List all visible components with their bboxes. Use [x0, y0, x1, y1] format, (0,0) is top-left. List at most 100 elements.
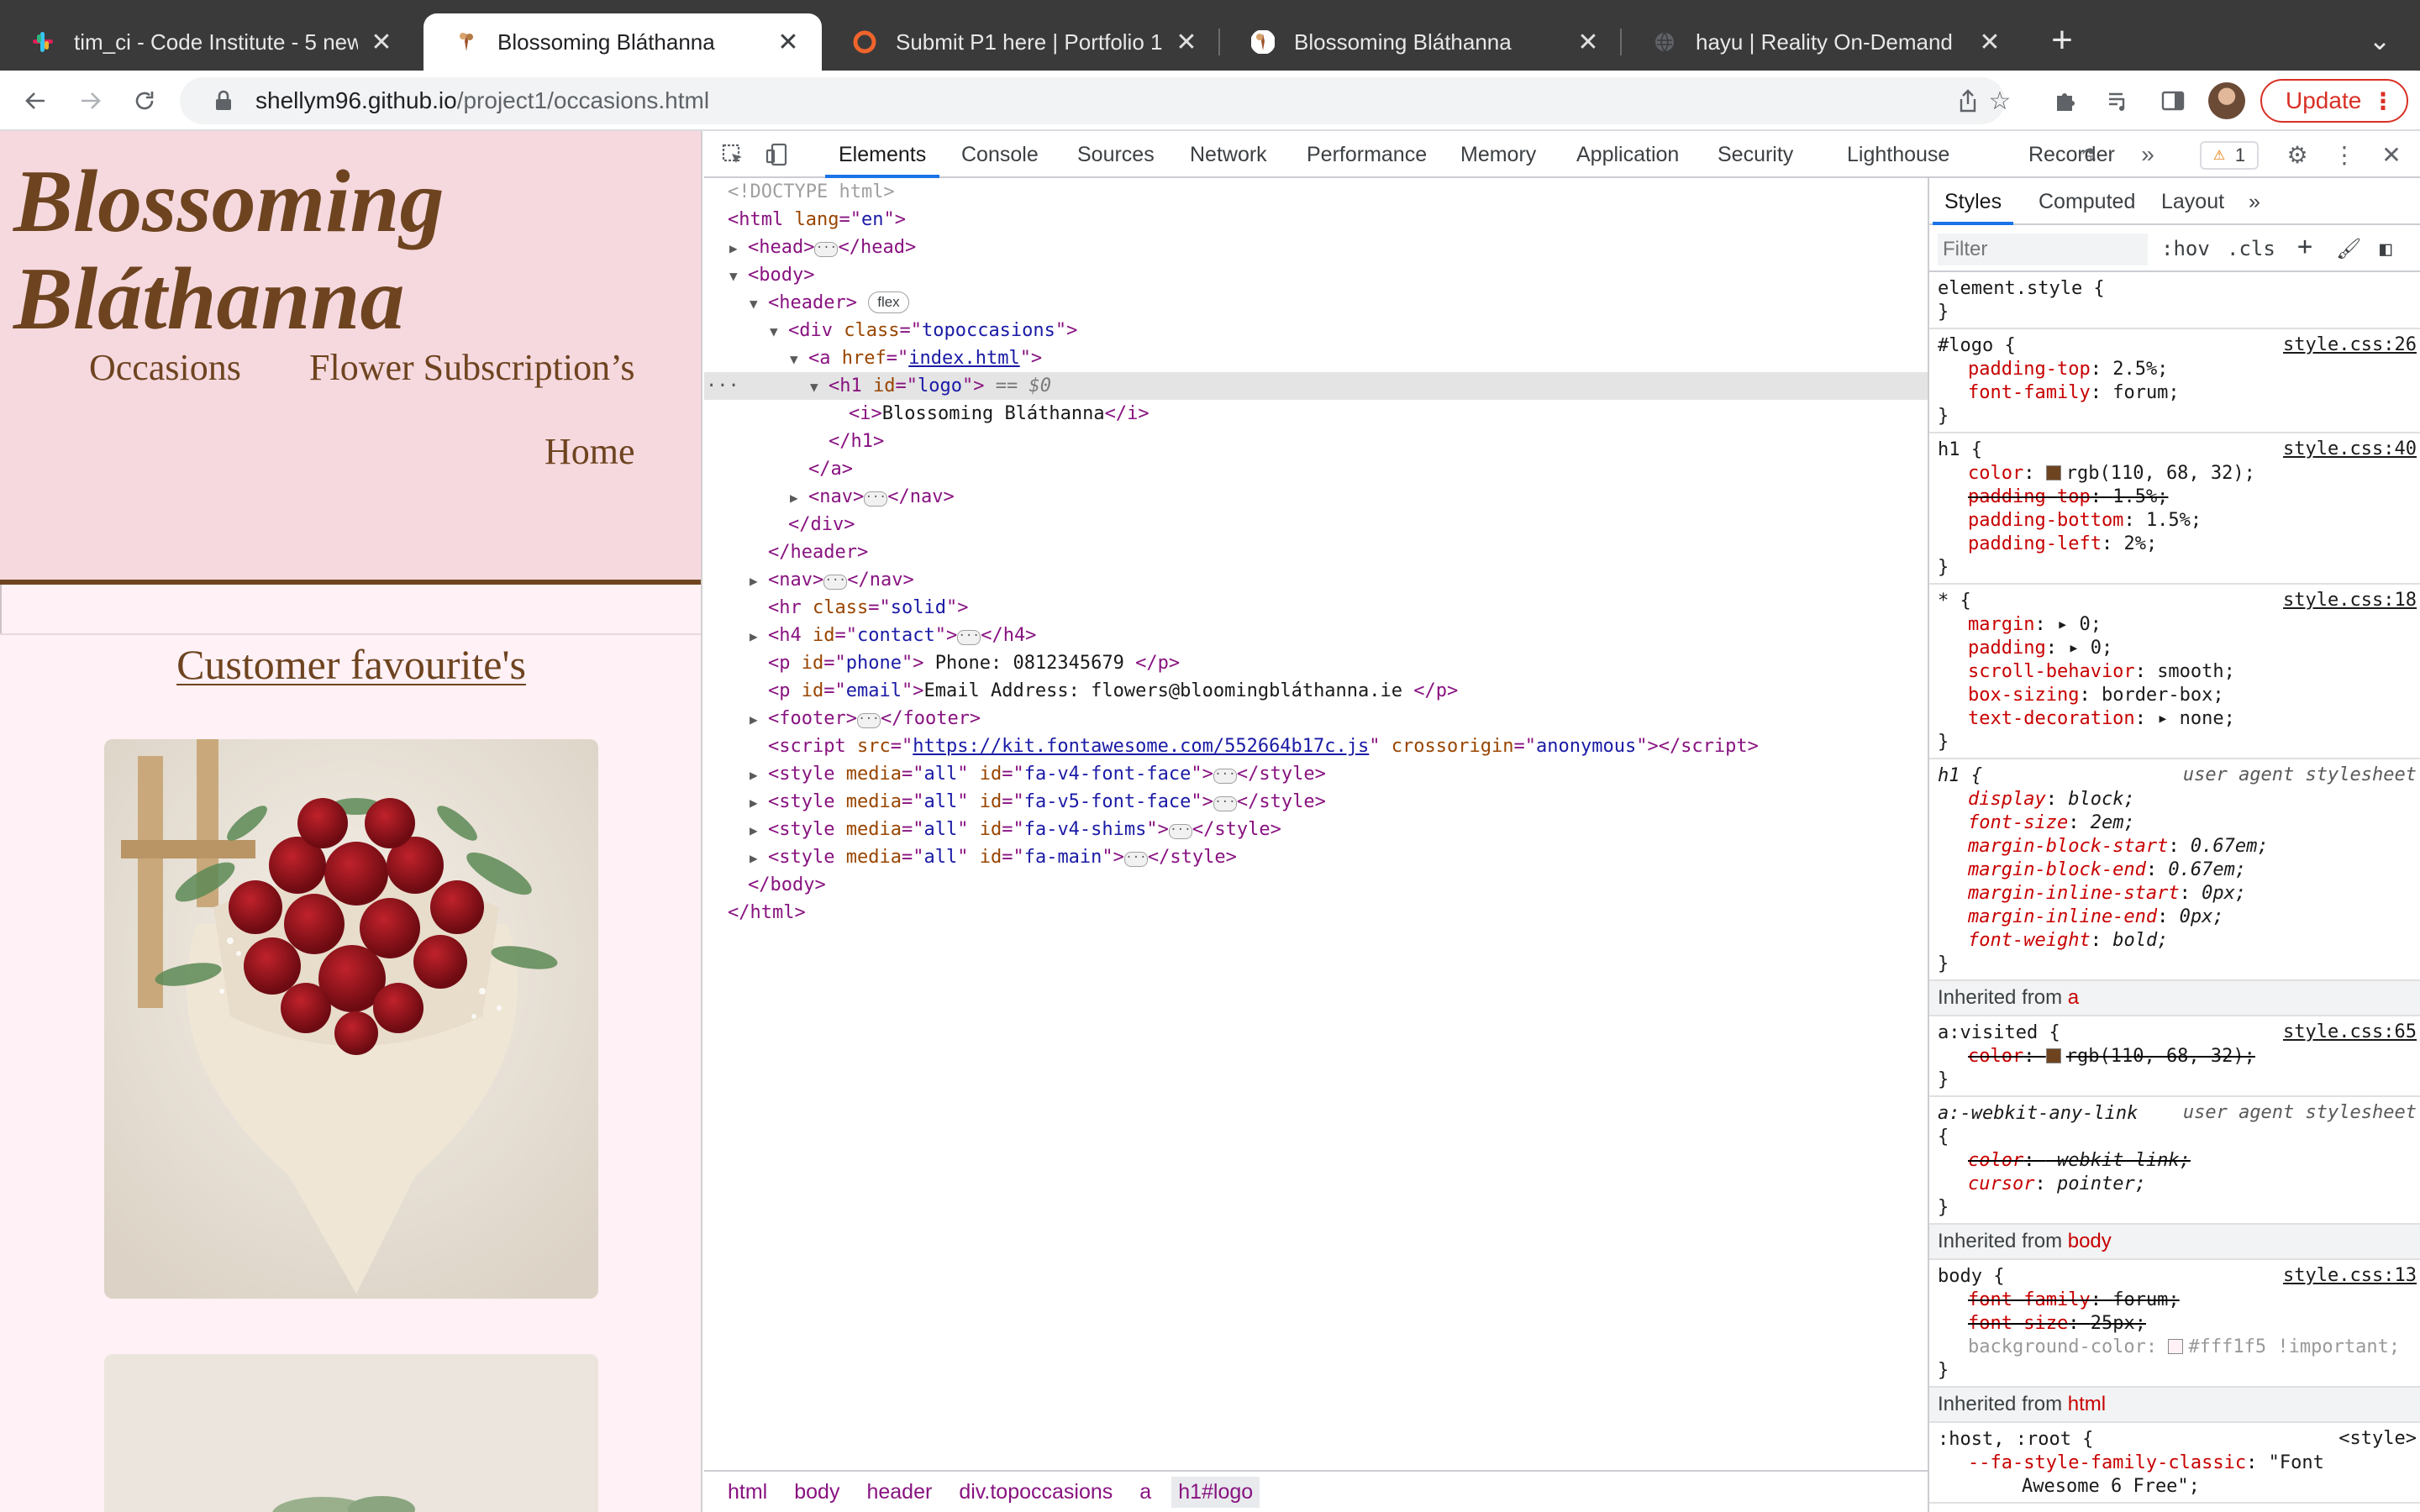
dom-node[interactable]: </a>	[704, 455, 1928, 483]
tab-blossoming[interactable]: Blossoming Bláthanna ✕	[1220, 13, 1622, 71]
dom-node[interactable]: </h1>	[704, 428, 1928, 455]
dom-tree[interactable]: <!DOCTYPE html> <html lang="en"> ▶ <head>…	[704, 178, 1928, 1463]
breadcrumb-item[interactable]: header	[866, 1480, 932, 1504]
dom-node[interactable]: </header>	[704, 538, 1928, 566]
back-button[interactable]	[13, 79, 57, 123]
tab-layout[interactable]: Layout	[2161, 178, 2224, 225]
expand-triangle-icon[interactable]: ▶	[750, 844, 768, 872]
close-tab-icon[interactable]: ✕	[1171, 27, 1202, 57]
source-link[interactable]: style.css:26	[2283, 334, 2417, 355]
inherited-from-a[interactable]: a	[2068, 986, 2079, 1009]
source-link[interactable]: style.css:13	[2283, 1265, 2417, 1286]
nav-link-home[interactable]: Home	[544, 430, 635, 473]
style-rule[interactable]: element.style { }	[1929, 272, 2420, 329]
reload-button[interactable]	[123, 79, 166, 123]
nav-link-flower-subscription[interactable]: Flower Subscription’s	[309, 346, 634, 389]
dom-node[interactable]: ▶ <nav>···</nav>	[704, 483, 1928, 511]
expand-triangle-icon[interactable]: ▶	[750, 816, 768, 844]
more-tabs-icon[interactable]: »	[2133, 139, 2163, 170]
color-swatch[interactable]	[2045, 1048, 2061, 1063]
tab-security[interactable]: Security	[1718, 131, 1793, 178]
breadcrumb-item-current[interactable]: h1#logo	[1171, 1476, 1260, 1508]
dom-node[interactable]: </div>	[704, 511, 1928, 538]
dom-node[interactable]: ▶ <nav>···</nav>	[704, 566, 1928, 594]
dom-node[interactable]: ▼ <a href="index.html">	[704, 344, 1928, 372]
breadcrumb-item[interactable]: a	[1139, 1480, 1151, 1504]
tab-blossoming-active[interactable]: Blossoming Bláthanna ✕	[424, 13, 822, 71]
expand-triangle-icon[interactable]: ▶	[750, 761, 768, 789]
breadcrumb-item[interactable]: body	[794, 1480, 839, 1504]
dom-node[interactable]: ▶ <head>···</head>	[704, 234, 1928, 261]
breadcrumb-item[interactable]: div.topoccasions	[959, 1480, 1113, 1504]
close-tab-icon[interactable]: ✕	[1975, 27, 2005, 57]
style-rule[interactable]: #logo {style.css:26 padding-top: 2.5%; f…	[1929, 329, 2420, 433]
close-tab-icon[interactable]: ✕	[1573, 27, 1603, 57]
source-link[interactable]: style.css:65	[2283, 1021, 2417, 1042]
new-tab-button[interactable]: +	[2042, 19, 2082, 60]
forward-button[interactable]	[69, 79, 113, 123]
inherited-from-html[interactable]: html	[2068, 1393, 2106, 1415]
style-rule[interactable]: a:-webkit-any-link user agent stylesheet …	[1929, 1097, 2420, 1225]
hov-toggle[interactable]: :hov	[2161, 237, 2210, 260]
collapse-triangle-icon[interactable]: ▼	[810, 373, 829, 401]
dom-node[interactable]: <html lang="en">	[704, 206, 1928, 234]
dom-node[interactable]: ▼ <div class="topoccasions">	[704, 317, 1928, 344]
collapse-triangle-icon[interactable]: ▼	[750, 290, 768, 318]
tab-slack[interactable]: tim_ci - Code Institute - 5 new ✕	[0, 13, 415, 71]
color-swatch[interactable]	[2168, 1339, 2184, 1354]
source-link[interactable]: style.css:40	[2283, 438, 2417, 459]
more-horiz-icon[interactable]: ···	[706, 372, 739, 400]
dom-node[interactable]: ▶ <h4 id="contact">···</h4>	[704, 622, 1928, 649]
tab-performance[interactable]: Performance	[1307, 131, 1427, 178]
close-tab-icon[interactable]: ✕	[773, 27, 803, 57]
source-link[interactable]: style.css:18	[2283, 590, 2417, 611]
dom-node[interactable]: ▶ <style media="all" id="fa-main">···</st…	[704, 843, 1928, 871]
inspect-element-icon[interactable]	[718, 139, 748, 170]
style-rule[interactable]: * {style.css:18 margin: ▸ 0; padding: ▸ …	[1929, 585, 2420, 759]
dom-node[interactable]: ▶ <style media="all" id="fa-v4-font-face"…	[704, 760, 1928, 788]
bookmark-star-icon[interactable]: ☆	[1983, 84, 2017, 118]
tab-sources[interactable]: Sources	[1077, 131, 1155, 178]
dom-node[interactable]: ▼ <body>	[704, 261, 1928, 289]
tab-hayu[interactable]: hayu | Reality On-Demand ✕	[1622, 13, 2023, 71]
styles-filter-input[interactable]	[1938, 234, 2148, 265]
toggle-sidebar-icon[interactable]: ◧	[2380, 237, 2391, 260]
url-text[interactable]: shellym96.github.io/project1/occasions.h…	[255, 87, 709, 114]
lock-icon[interactable]	[210, 87, 237, 114]
tab-styles[interactable]: Styles	[1932, 178, 2014, 225]
expand-triangle-icon[interactable]: ▶	[790, 484, 808, 512]
expand-triangle-icon[interactable]: ▶	[750, 567, 768, 595]
dom-node[interactable]: ▶ <style media="all" id="fa-v5-font-face"…	[704, 788, 1928, 816]
more-tabs-icon[interactable]: »	[2249, 178, 2260, 225]
dom-node[interactable]: <script src="https://kit.fontawesome.com…	[704, 732, 1928, 760]
style-rule[interactable]: :host, :root {<style> --fa-style-family-…	[1929, 1423, 2420, 1504]
tab-lighthouse[interactable]: Lighthouse	[1847, 131, 1949, 178]
tab-elements[interactable]: Elements	[824, 131, 940, 178]
dom-node-selected[interactable]: ··· ▼ <h1 id="logo"> == $0	[704, 372, 1928, 400]
dom-node[interactable]: <p id="phone"> Phone: 0812345679 </p>	[704, 649, 1928, 677]
dom-node[interactable]: ▶ <footer>···</footer>	[704, 705, 1928, 732]
style-rule[interactable]: h1 {style.css:40 color: rgb(110, 68, 32)…	[1929, 433, 2420, 585]
site-logo[interactable]: Blossoming Bláthanna	[13, 153, 450, 348]
dom-node[interactable]: ▶ <style media="all" id="fa-v4-shims">···…	[704, 816, 1928, 843]
tab-computed[interactable]: Computed	[2039, 178, 2135, 225]
expand-triangle-icon[interactable]: ▶	[750, 789, 768, 816]
inherited-from-body[interactable]: body	[2068, 1230, 2112, 1252]
style-rule[interactable]: h1 {user agent stylesheet display: block…	[1929, 759, 2420, 981]
expand-triangle-icon[interactable]: ▶	[750, 706, 768, 733]
tab-search-chevron-icon[interactable]: ⌄	[2361, 22, 2398, 59]
share-icon[interactable]	[1951, 84, 1985, 118]
paint-brush-icon[interactable]: 🖌	[2336, 237, 2361, 260]
dom-node[interactable]: </html>	[704, 899, 1928, 927]
dom-node[interactable]: ▼ <header> flex	[704, 289, 1928, 317]
more-vert-icon[interactable]: ⋮	[2329, 139, 2360, 170]
href-link[interactable]: index.html	[908, 348, 1019, 369]
script-src-link[interactable]: https://kit.fontawesome.com/552664b17c.j…	[913, 736, 1369, 757]
tab-application[interactable]: Application	[1576, 131, 1679, 178]
dom-node[interactable]: </body>	[704, 871, 1928, 899]
tab-console[interactable]: Console	[961, 131, 1039, 178]
collapse-triangle-icon[interactable]: ▼	[790, 345, 808, 373]
new-rule-plus-icon[interactable]: +	[2297, 232, 2312, 261]
warning-badge[interactable]: ⚠ 1	[2200, 141, 2259, 170]
dom-node[interactable]: <p id="email">Email Address: flowers@blo…	[704, 677, 1928, 705]
